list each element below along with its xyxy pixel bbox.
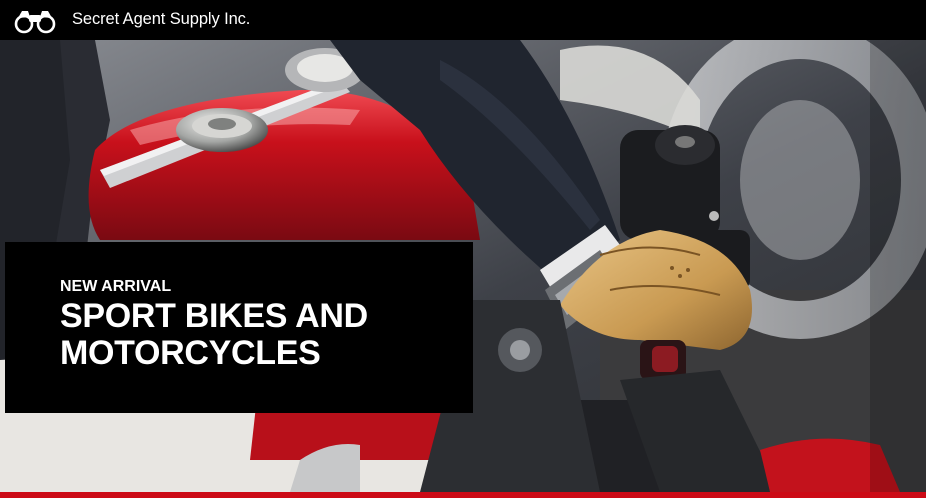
- hero-headline: SPORT BIKES AND MOTORCYCLES: [60, 298, 460, 372]
- binoculars-icon[interactable]: [14, 8, 56, 34]
- accent-bottom-bar: [0, 492, 926, 498]
- eyebrow-label: NEW ARRIVAL: [60, 278, 172, 295]
- brand-name-link[interactable]: Secret Agent Supply Inc.: [72, 9, 250, 29]
- headline-line-2: MOTORCYCLES: [60, 334, 321, 372]
- page: Secret Agent Supply Inc. NEW ARRIVAL SPO…: [0, 0, 926, 498]
- hero-banner[interactable]: NEW ARRIVAL SPORT BIKES AND MOTORCYCLES: [0, 40, 926, 492]
- top-navigation-bar: Secret Agent Supply Inc.: [0, 0, 926, 40]
- headline-line-1: SPORT BIKES AND: [60, 297, 368, 335]
- promo-overlay-box[interactable]: NEW ARRIVAL SPORT BIKES AND MOTORCYCLES: [5, 242, 473, 413]
